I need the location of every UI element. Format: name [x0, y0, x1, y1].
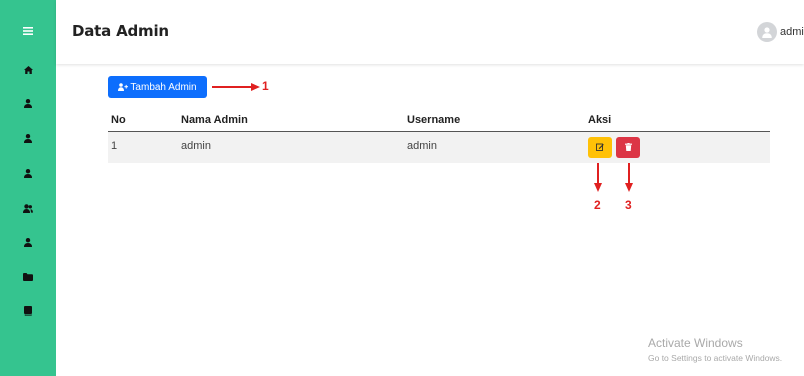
- admin-table: No Nama Admin Username Aksi 1 admin admi…: [108, 110, 770, 163]
- cell-nama-admin: admin: [181, 131, 407, 163]
- add-admin-button[interactable]: Tambah Admin: [108, 76, 207, 98]
- user-menu[interactable]: admin: [757, 22, 804, 42]
- annotation-arrow-2: [594, 163, 602, 192]
- users-icon[interactable]: [0, 197, 56, 219]
- home-icon[interactable]: [0, 59, 56, 81]
- cell-actions: [588, 131, 770, 163]
- menu-icon[interactable]: [0, 20, 56, 42]
- table-header-row: No Nama Admin Username Aksi: [108, 110, 770, 132]
- annotation-label-1: 1: [262, 79, 269, 93]
- cell-no: 1: [108, 131, 181, 163]
- annotation-label-3: 3: [625, 198, 632, 212]
- activate-windows-watermark: Activate Windows Go to Settings to activ…: [648, 336, 782, 363]
- watermark-title: Activate Windows: [648, 336, 743, 350]
- annotation-label-2: 2: [594, 198, 601, 212]
- watermark-subtitle: Go to Settings to activate Windows.: [648, 353, 783, 363]
- column-header-nama-admin: Nama Admin: [181, 110, 407, 132]
- column-header-aksi: Aksi: [588, 110, 770, 132]
- page-title: Data Admin: [72, 22, 169, 40]
- avatar[interactable]: [757, 22, 778, 42]
- sidebar: [0, 0, 56, 376]
- user-icon[interactable]: [0, 92, 56, 114]
- folder-icon[interactable]: [0, 266, 56, 288]
- column-header-no: No: [108, 110, 181, 132]
- add-admin-label: Tambah Admin: [130, 81, 197, 93]
- annotation-arrow-1: [212, 83, 260, 91]
- edit-button[interactable]: [588, 136, 612, 158]
- cell-username: admin: [407, 131, 588, 163]
- book-icon[interactable]: [0, 300, 56, 322]
- delete-button[interactable]: [616, 136, 640, 158]
- header: Data Admin admin: [56, 0, 804, 64]
- edit-icon: [596, 143, 604, 151]
- user-plus-icon: [118, 83, 129, 91]
- user-name[interactable]: admin: [780, 26, 804, 38]
- trash-icon: [624, 143, 632, 151]
- user-icon[interactable]: [0, 127, 56, 149]
- table-row: 1 admin admin: [108, 131, 770, 163]
- user-icon[interactable]: [0, 162, 56, 184]
- user-icon[interactable]: [0, 231, 56, 253]
- column-header-username: Username: [407, 110, 588, 132]
- annotation-arrow-3: [625, 163, 633, 192]
